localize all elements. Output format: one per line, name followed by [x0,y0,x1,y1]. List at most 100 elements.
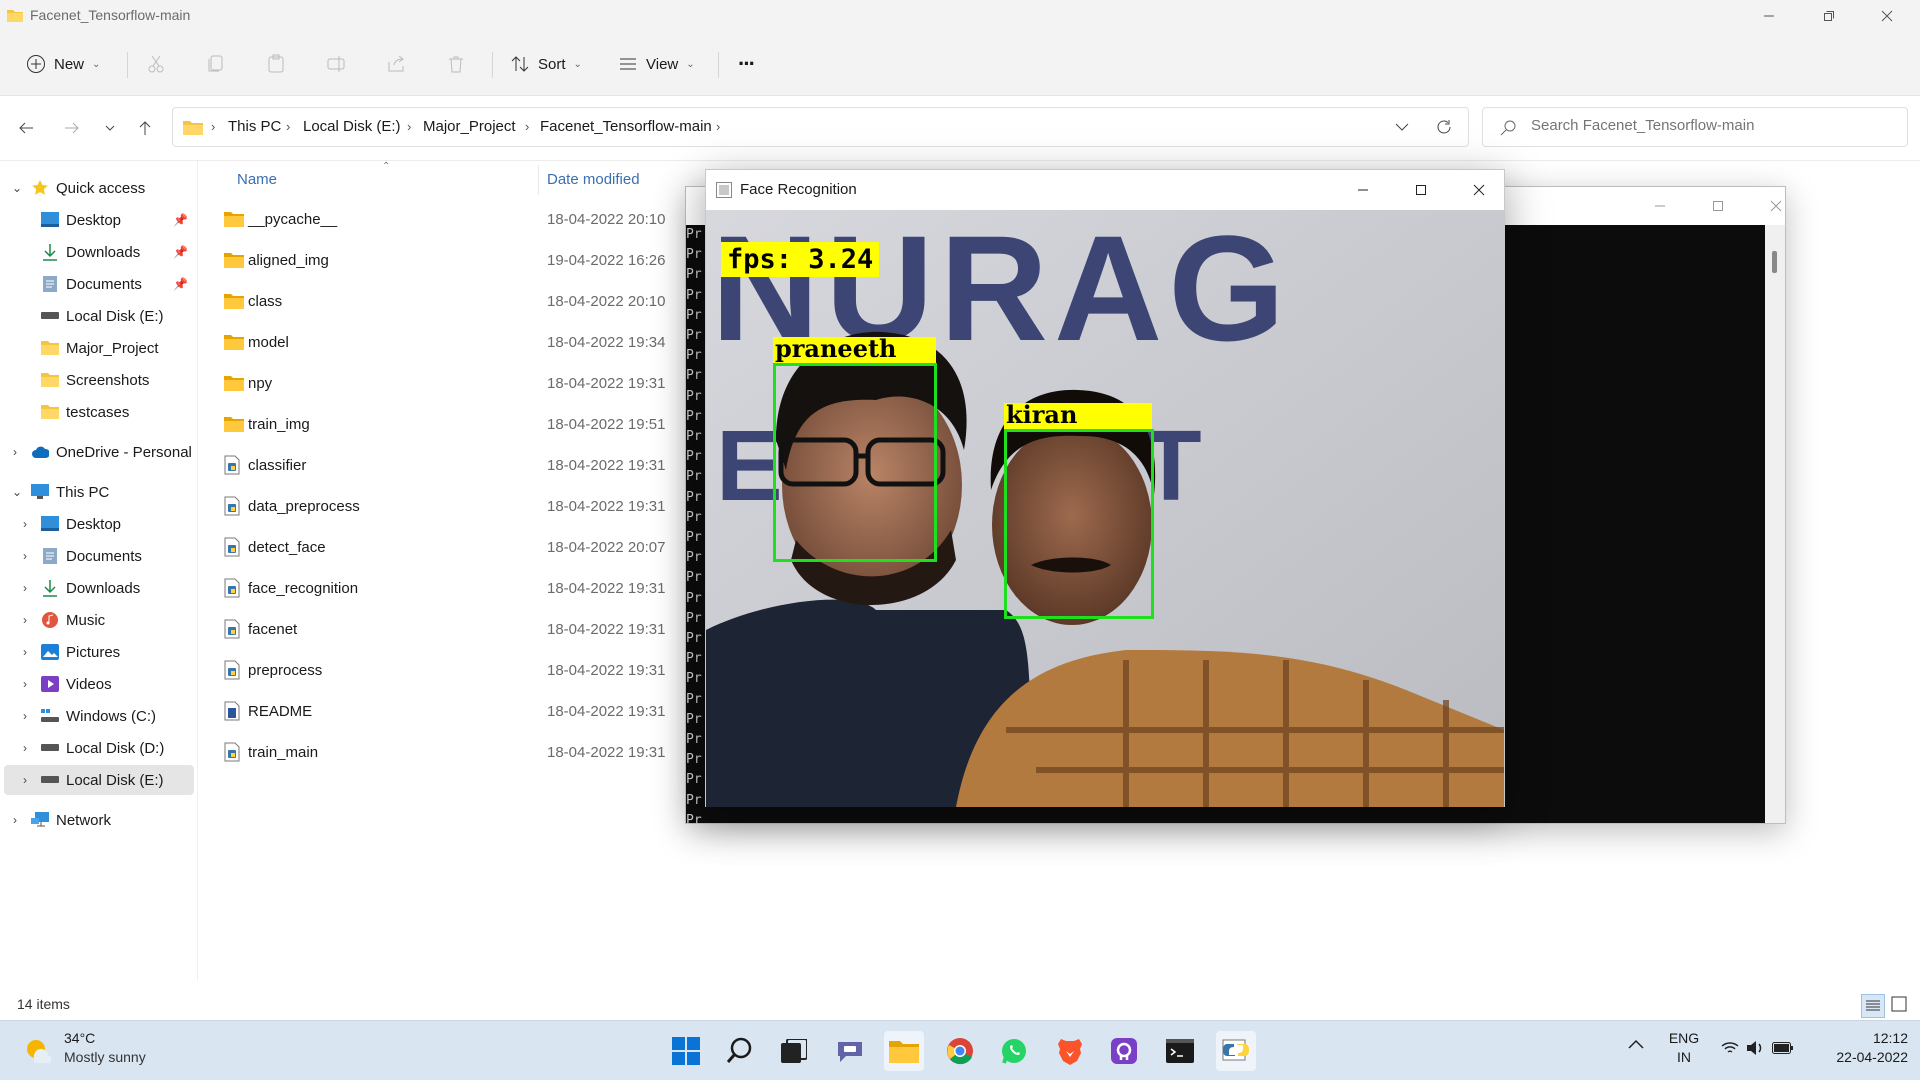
refresh-icon[interactable] [1435,118,1453,136]
nav-pc-pictures[interactable]: › Pictures [4,637,194,667]
nav-qa-major-project[interactable]: Major_Project [4,333,194,363]
details-view-icon[interactable] [1861,994,1885,1018]
nav-pc-local-disk-e[interactable]: › Local Disk (E:) [4,765,194,795]
nav-pc-videos[interactable]: › Videos [4,669,194,699]
console-scrollbar[interactable] [1765,225,1785,823]
copy-button[interactable] [206,46,226,82]
close-button[interactable] [1858,0,1916,32]
file-row[interactable]: face_recognition 18-04-2022 19:31 [220,570,740,606]
nav-pc-local-disk-d[interactable]: › Local Disk (D:) [4,733,194,763]
nav-qa-testcases[interactable]: testcases [4,397,194,427]
whatsapp-taskbar-button[interactable] [994,1031,1034,1071]
breadcrumb-this-pc[interactable]: This PC [228,118,281,135]
column-header-date-modified[interactable]: Date modified [547,171,640,188]
close-button[interactable] [1747,190,1805,222]
view-button[interactable]: View ⌄ [618,46,695,82]
file-name: face_recognition [248,579,359,597]
nav-qa-desktop[interactable]: Desktop 📌 [4,205,194,235]
nav-this-pc[interactable]: ⌄ This PC [4,477,194,507]
search-input[interactable] [1531,117,1891,134]
brave-taskbar-button[interactable] [1050,1031,1090,1071]
file-row[interactable]: preprocess 18-04-2022 19:31 [220,652,740,688]
nav-pc-downloads[interactable]: › Downloads [4,573,194,603]
tiles-view-icon[interactable] [1891,996,1907,1012]
file-row[interactable]: model 18-04-2022 19:34 [220,324,740,360]
file-row[interactable]: data_preprocess 18-04-2022 19:31 [220,488,740,524]
minimize-button[interactable] [1631,190,1689,222]
weather-sun-icon[interactable] [24,1035,52,1063]
share-button[interactable] [386,46,406,82]
cut-button[interactable] [146,46,166,82]
forward-button[interactable] [58,114,86,142]
file-row[interactable]: class 18-04-2022 20:10 [220,283,740,319]
nav-quick-access[interactable]: ⌄ Quick access [4,173,194,203]
more-options-button[interactable]: ··· [738,46,756,82]
teams-chat-button[interactable] [830,1031,870,1071]
chevron-up-icon[interactable] [1628,1039,1644,1049]
terminal-taskbar-button[interactable] [1160,1031,1200,1071]
taskbar-search-button[interactable] [720,1031,760,1071]
file-row[interactable]: classifier 18-04-2022 19:31 [220,447,740,483]
file-explorer-taskbar-button[interactable] [884,1031,924,1071]
nav-pc-documents[interactable]: › Documents [4,541,194,571]
weather-temperature[interactable]: 34°C [64,1030,95,1046]
nav-pc-windows-c[interactable]: › Windows (C:) [4,701,194,731]
volume-icon[interactable] [1746,1040,1764,1056]
file-row[interactable]: detect_face 18-04-2022 20:07 [220,529,740,565]
wifi-icon[interactable] [1721,1041,1739,1055]
chevron-right-icon: › [23,549,27,563]
paste-button[interactable] [266,46,286,82]
nav-qa-downloads[interactable]: Downloads 📌 [4,237,194,267]
file-row[interactable]: aligned_img 19-04-2022 16:26 [220,242,740,278]
chrome-taskbar-button[interactable] [940,1031,980,1071]
nav-pc-music[interactable]: › Music [4,605,194,635]
task-view-button[interactable] [774,1031,814,1071]
file-row[interactable]: train_img 18-04-2022 19:51 [220,406,740,442]
app-taskbar-button[interactable] [1104,1031,1144,1071]
weather-description[interactable]: Mostly sunny [64,1049,146,1065]
nav-qa-local-disk-e[interactable]: Local Disk (E:) [4,301,194,331]
back-button[interactable] [12,114,40,142]
scrollbar-thumb[interactable] [1772,251,1777,273]
face-recognition-window[interactable]: Face Recognition NURAG E S I T fps: 3.24… [705,169,1505,807]
python-app-taskbar-button[interactable] [1216,1031,1256,1071]
file-row[interactable]: train_main 18-04-2022 19:31 [220,734,740,770]
file-row[interactable]: facenet 18-04-2022 19:31 [220,611,740,647]
delete-button[interactable] [446,46,466,82]
clock-date[interactable]: 22-04-2022 [1808,1049,1908,1065]
nav-network[interactable]: › Network [4,805,194,835]
sort-button[interactable]: Sort ⌄ [510,46,582,82]
file-row[interactable]: __pycache__ 18-04-2022 20:10 [220,201,740,237]
nav-qa-documents[interactable]: Documents 📌 [4,269,194,299]
breadcrumb-major-project[interactable]: Major_Project [423,118,516,135]
nav-qa-screenshots[interactable]: Screenshots [4,365,194,395]
nav-pc-desktop[interactable]: › Desktop [4,509,194,539]
rename-button[interactable] [326,46,346,82]
file-name: train_img [248,415,310,433]
up-button[interactable] [131,114,159,142]
file-row[interactable]: npy 18-04-2022 19:31 [220,365,740,401]
maximize-button[interactable] [1392,174,1450,206]
new-button[interactable]: New ⌄ [26,46,100,82]
trash-icon [446,54,466,74]
breadcrumb-facenet[interactable]: Facenet_Tensorflow-main [540,118,712,135]
battery-icon[interactable] [1772,1041,1794,1055]
app-icon [1110,1037,1138,1065]
address-bar[interactable]: › This PC › Local Disk (E:) › Major_Proj… [172,107,1469,147]
file-row[interactable]: README 18-04-2022 19:31 [220,693,740,729]
minimize-button[interactable] [1740,0,1798,32]
chevron-down-icon[interactable] [1395,122,1409,132]
recent-locations-button[interactable] [96,114,124,142]
start-button[interactable] [666,1031,706,1071]
language-indicator[interactable]: ENG [1664,1030,1704,1046]
breadcrumb-local-disk-e[interactable]: Local Disk (E:) [303,118,401,135]
nav-onedrive[interactable]: › OneDrive - Personal [4,437,194,467]
search-box[interactable] [1482,107,1908,147]
maximize-button[interactable] [1689,190,1747,222]
close-button[interactable] [1450,174,1508,206]
language-region[interactable]: IN [1664,1049,1704,1065]
restore-button[interactable] [1800,0,1858,32]
column-header-name[interactable]: Name [237,171,277,188]
clock-time[interactable]: 12:12 [1808,1030,1908,1046]
minimize-button[interactable] [1334,174,1392,206]
